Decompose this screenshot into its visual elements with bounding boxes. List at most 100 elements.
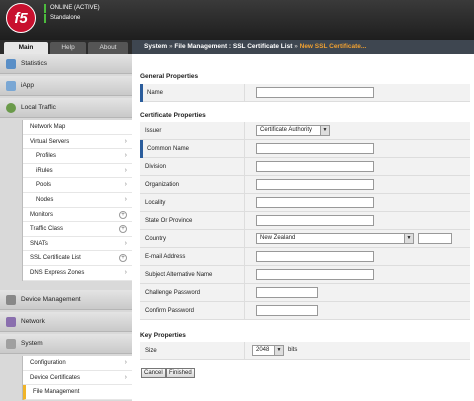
sidebar-item-monitors[interactable]: Monitors + <box>23 208 132 223</box>
challenge-password-row: Challenge Password <box>140 284 470 302</box>
statistics-icon <box>6 59 16 69</box>
common-name-label: Common Name <box>140 140 245 158</box>
sidebar-item-virtual-servers[interactable]: Virtual Servers › <box>23 135 132 150</box>
tab-help[interactable]: Help <box>50 42 86 54</box>
sidebar-item-dns-express-zones[interactable]: DNS Express Zones › <box>23 266 132 281</box>
challenge-password-input[interactable] <box>256 287 318 298</box>
sidebar-item-snats[interactable]: SNATs › <box>23 237 132 252</box>
issuer-row: Issuer Certificate Authority ▼ <box>140 122 470 140</box>
sidebar-item-configuration[interactable]: Configuration › <box>23 356 132 371</box>
sidebar-section-label: Network <box>21 318 45 325</box>
sidebar-item-nodes[interactable]: Nodes › <box>23 193 132 208</box>
sidebar-section-iapp[interactable]: iApp <box>0 76 132 96</box>
country-select[interactable]: New Zealand ▼ <box>256 233 414 244</box>
breadcrumb: System » File Management : SSL Certifica… <box>132 40 474 54</box>
device-management-icon <box>6 295 16 305</box>
sidebar-section-system[interactable]: System <box>0 334 132 354</box>
name-row: Name <box>140 84 470 102</box>
breadcrumb-file-management[interactable]: File Management : SSL Certificate List <box>174 43 292 50</box>
tab-main[interactable]: Main <box>4 42 48 54</box>
chevron-right-icon: › <box>124 166 127 174</box>
certificate-properties-title: Certificate Properties <box>140 112 206 119</box>
system-icon <box>6 339 16 349</box>
locality-label: Locality <box>140 194 245 212</box>
status-online: ONLINE (ACTIVE) <box>44 4 100 13</box>
sidebar-item-irules[interactable]: iRules › <box>23 164 132 179</box>
sidebar-section-label: Device Management <box>21 296 81 303</box>
add-icon[interactable]: + <box>119 254 127 263</box>
sidebar-section-local-traffic[interactable]: Local Traffic <box>0 98 132 118</box>
sidebar-item-traffic-class[interactable]: Traffic Class + <box>23 222 132 237</box>
sidebar-section-label: System <box>21 340 43 347</box>
division-label: Division <box>140 158 245 176</box>
cancel-button[interactable]: Cancel <box>141 368 166 378</box>
breadcrumb-separator: » <box>168 43 173 50</box>
name-input[interactable] <box>256 87 374 98</box>
sidebar-section-statistics[interactable]: Statistics <box>0 54 132 74</box>
chevron-right-icon: › <box>124 373 127 381</box>
breadcrumb-system[interactable]: System <box>144 43 167 50</box>
finished-button[interactable]: Finished <box>166 368 195 378</box>
sidebar-item-file-management[interactable]: File Management <box>23 385 132 400</box>
san-input[interactable] <box>256 269 374 280</box>
sidebar-item-device-certificates[interactable]: Device Certificates › <box>23 371 132 386</box>
division-input[interactable] <box>256 161 374 172</box>
sidebar-item-pools[interactable]: Pools › <box>23 178 132 193</box>
country-code-input[interactable] <box>418 233 452 244</box>
chevron-right-icon: › <box>124 239 127 247</box>
chevron-right-icon: › <box>124 152 127 160</box>
sidebar-section-label: Local Traffic <box>21 104 56 111</box>
device-status: ONLINE (ACTIVE) Standalone <box>44 4 100 24</box>
top-banner: f5 ONLINE (ACTIVE) Standalone <box>0 0 474 40</box>
dropdown-arrow-icon: ▼ <box>404 234 413 243</box>
common-name-row: Common Name <box>140 140 470 158</box>
chevron-right-icon: › <box>124 137 127 145</box>
issuer-label: Issuer <box>140 122 245 140</box>
san-label: Subject Alternative Name <box>140 266 245 284</box>
email-input[interactable] <box>256 251 374 262</box>
organization-row: Organization <box>140 176 470 194</box>
tab-about[interactable]: About <box>88 42 128 54</box>
size-select[interactable]: 2048 ▼ <box>252 345 284 356</box>
dropdown-arrow-icon: ▼ <box>274 346 283 355</box>
breadcrumb-current: New SSL Certificate... <box>299 43 367 50</box>
sidebar-item-network-map[interactable]: Network Map <box>23 120 132 135</box>
f5-logo[interactable]: f5 <box>6 3 36 33</box>
add-icon[interactable]: + <box>119 210 127 219</box>
organization-input[interactable] <box>256 179 374 190</box>
sidebar-item-ssl-certificate-list[interactable]: SSL Certificate List + <box>23 251 132 266</box>
confirm-password-row: Confirm Password <box>140 302 470 320</box>
main-content: General Properties Name Certificate Prop… <box>132 54 474 401</box>
general-properties-title: General Properties <box>140 73 199 80</box>
add-icon[interactable]: + <box>119 225 127 234</box>
breadcrumb-separator: » <box>294 43 298 50</box>
local-traffic-menu: Network Map Virtual Servers › Profiles › i… <box>22 120 132 281</box>
sidebar-section-label: iApp <box>21 82 35 89</box>
key-properties-title: Key Properties <box>140 332 186 339</box>
state-input[interactable] <box>256 215 374 226</box>
san-row: Subject Alternative Name <box>140 266 470 284</box>
sidebar-section-device-management[interactable]: Device Management <box>0 290 132 310</box>
challenge-password-label: Challenge Password <box>140 284 245 302</box>
state-row: State Or Province <box>140 212 470 230</box>
sidebar: Statistics iApp Local Traffic Network Ma… <box>0 54 132 401</box>
state-label: State Or Province <box>140 212 245 230</box>
size-row: Size 2048 ▼ bits <box>140 342 470 360</box>
sidebar-item-profiles[interactable]: Profiles › <box>23 149 132 164</box>
system-menu: Configuration › Device Certificates › File… <box>22 356 132 400</box>
chevron-right-icon: › <box>124 195 127 203</box>
common-name-input[interactable] <box>256 143 374 154</box>
status-mode: Standalone <box>44 14 100 23</box>
locality-input[interactable] <box>256 197 374 208</box>
chevron-right-icon: › <box>124 359 127 366</box>
size-unit: bits <box>288 347 298 353</box>
confirm-password-input[interactable] <box>256 305 318 316</box>
dropdown-arrow-icon: ▼ <box>320 126 329 135</box>
sidebar-section-network[interactable]: Network <box>0 312 132 332</box>
country-label: Country <box>140 230 245 248</box>
email-label: E-mail Address <box>140 248 245 266</box>
chevron-right-icon: › <box>124 181 127 189</box>
issuer-select[interactable]: Certificate Authority ▼ <box>256 125 330 136</box>
chevron-right-icon: › <box>124 268 127 276</box>
size-label: Size <box>140 342 245 360</box>
